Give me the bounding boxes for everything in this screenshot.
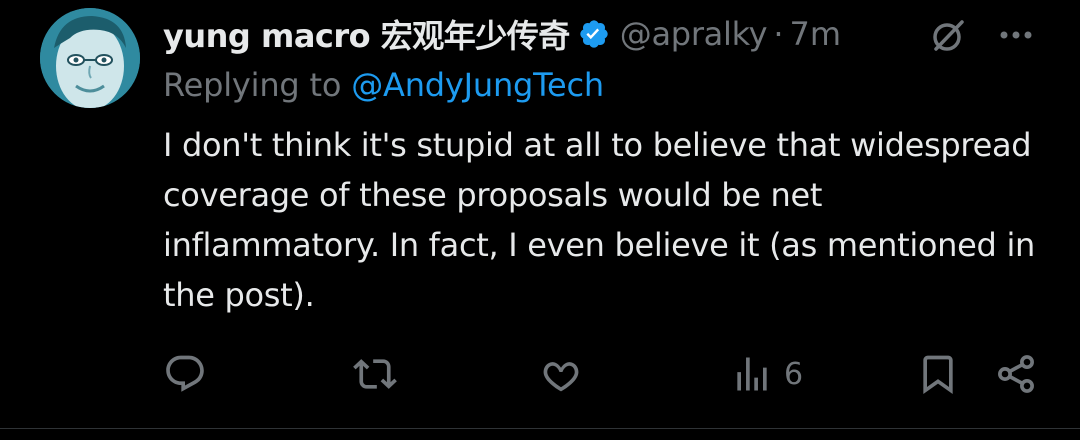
tweet-header: yung macro 宏观年少传奇 @apralky · 7m: [163, 6, 1043, 62]
tweet-timestamp[interactable]: 7m: [789, 15, 841, 53]
replying-to-line: Replying to @AndyJungTech: [163, 66, 604, 104]
divider: [0, 428, 1080, 429]
views-icon: [737, 357, 767, 391]
share-icon: [998, 355, 1034, 393]
bookmark-button[interactable]: [916, 346, 960, 402]
retweet-button[interactable]: [352, 346, 398, 402]
more-options-icon[interactable]: [996, 20, 1036, 50]
action-bar: 6: [0, 346, 1080, 402]
tweet[interactable]: yung macro 宏观年少传奇 @apralky · 7m Replying…: [0, 0, 1080, 440]
tweet-text: I don't think it's stupid at all to beli…: [163, 126, 1036, 314]
display-name[interactable]: yung macro 宏观年少传奇: [163, 11, 570, 57]
retweet-icon: [353, 359, 397, 389]
views-count: 6: [784, 356, 804, 392]
reply-icon: [166, 355, 204, 392]
avatar-image: [40, 8, 140, 108]
like-button[interactable]: [539, 346, 583, 402]
bookmark-icon: [923, 355, 953, 395]
views-button[interactable]: 6: [730, 346, 803, 402]
separator-dot: ·: [773, 15, 784, 53]
user-handle[interactable]: @apralky: [620, 15, 768, 53]
heart-icon: [543, 362, 579, 392]
reply-button[interactable]: [163, 346, 207, 402]
replying-to-prefix: Replying to: [163, 66, 342, 104]
replying-to-handle-link[interactable]: @AndyJungTech: [351, 66, 604, 104]
verified-badge-icon: [578, 18, 610, 50]
avatar[interactable]: [40, 8, 140, 108]
share-button[interactable]: [994, 346, 1038, 402]
grok-icon[interactable]: [928, 16, 968, 56]
